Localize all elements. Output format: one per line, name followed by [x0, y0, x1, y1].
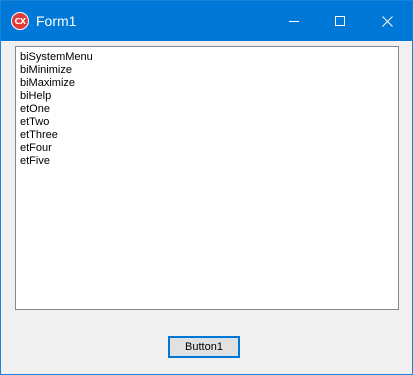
form1-window: CX Form1 biSystemMenu biMinimize biMaxim… [0, 0, 413, 375]
title-bar[interactable]: CX Form1 [1, 1, 412, 41]
list-item[interactable]: biMinimize [20, 64, 398, 77]
window-title: Form1 [36, 13, 77, 29]
minimize-icon [289, 21, 299, 22]
app-icon[interactable]: CX [11, 12, 29, 30]
list-item[interactable]: etFive [20, 155, 398, 168]
maximize-icon [335, 16, 345, 26]
listbox[interactable]: biSystemMenu biMinimize biMaximize biHel… [15, 46, 399, 310]
close-button[interactable] [362, 1, 412, 41]
list-item[interactable]: etThree [20, 129, 398, 142]
close-icon [381, 15, 393, 27]
button1[interactable]: Button1 [168, 336, 240, 358]
list-item[interactable]: etTwo [20, 116, 398, 129]
list-item[interactable]: etOne [20, 103, 398, 116]
list-item[interactable]: biMaximize [20, 77, 398, 90]
list-item[interactable]: biSystemMenu [20, 51, 398, 64]
maximize-button[interactable] [317, 1, 363, 41]
minimize-button[interactable] [271, 1, 317, 41]
list-item[interactable]: biHelp [20, 90, 398, 103]
list-item[interactable]: etFour [20, 142, 398, 155]
